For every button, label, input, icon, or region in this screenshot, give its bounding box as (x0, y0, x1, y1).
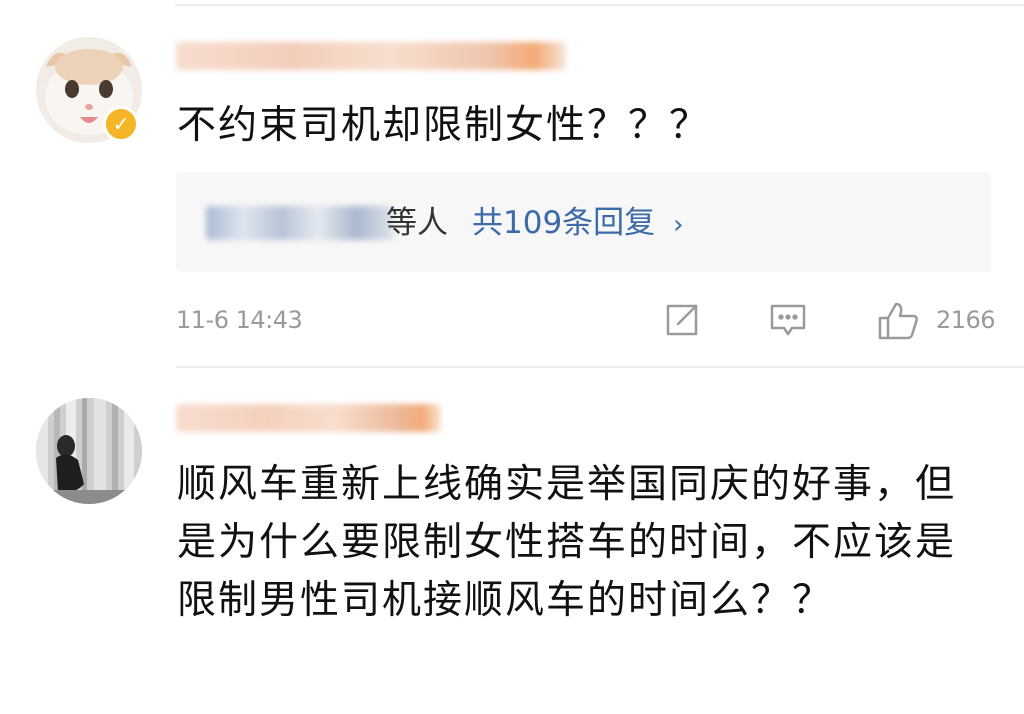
username-redacted[interactable] (176, 404, 441, 432)
comment-text: 顺风车重新上线确实是举国同庆的好事，但是为什么要限制女性搭车的时间，不应该是限制… (177, 462, 957, 623)
like-count: 2166 (936, 306, 996, 334)
replies-names-suffix: 等人 (386, 205, 448, 241)
chevron-right-icon: › (673, 210, 684, 240)
verified-badge-icon: ✓ (103, 106, 139, 142)
replies-summary: 等人 共109条回复 › (386, 202, 684, 246)
reply-names-redacted (206, 206, 394, 240)
avatar[interactable] (36, 398, 142, 504)
comment-text: 不约束司机却限制女性？？？ (177, 103, 711, 148)
comment-item: 顺风车重新上线确实是举国同庆的好事，但是为什么要限制女性搭车的时间，不应该是限制… (0, 372, 1024, 714)
comment-icon[interactable] (768, 300, 808, 344)
timestamp: 11-6 14:43 (176, 306, 303, 334)
comment-item: ✓ 不约束司机却限制女性？？？ 等人共109条回复 › 11-6 14:43 (0, 0, 1024, 368)
comment-divider (176, 366, 1024, 368)
replies-count-link[interactable]: 共109条回复 (472, 205, 655, 241)
comment-meta: 11-6 14:43 2166 (176, 300, 996, 344)
share-icon[interactable] (662, 300, 702, 344)
replies-preview[interactable]: 等人 共109条回复 › (176, 172, 991, 272)
username-redacted[interactable] (176, 42, 566, 70)
like-icon[interactable] (876, 300, 920, 346)
